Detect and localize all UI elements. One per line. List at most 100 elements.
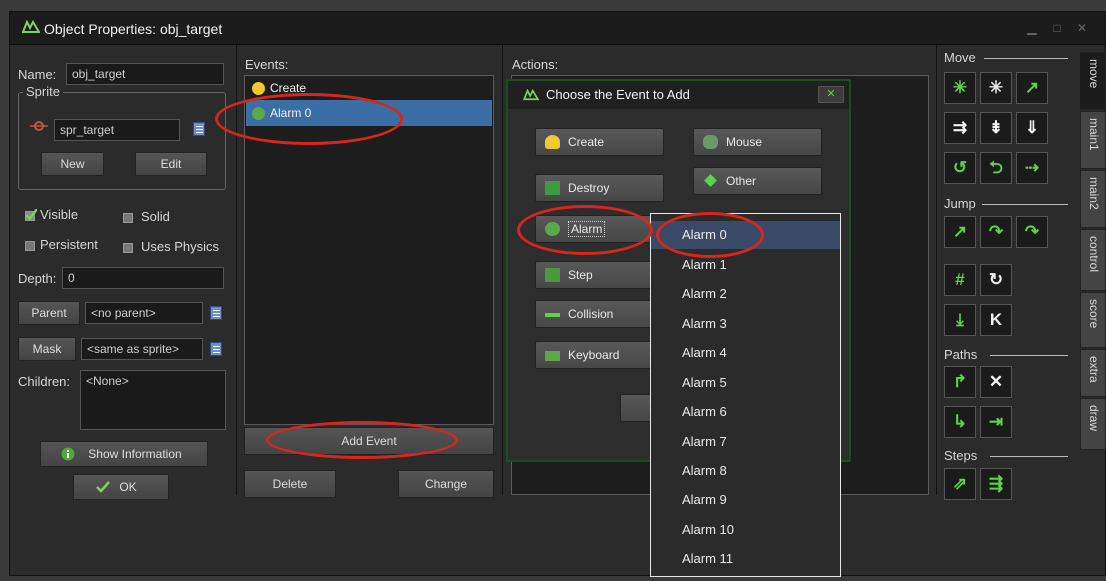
mask-button[interactable]: Mask	[18, 337, 76, 361]
move-to-contact-tool[interactable]: ⤓	[944, 304, 976, 336]
add-event-button[interactable]: Add Event	[244, 427, 494, 455]
tab-move[interactable]: move	[1080, 52, 1106, 110]
show-information-button[interactable]: Show Information	[40, 441, 208, 467]
destroy-event-button[interactable]: Destroy	[535, 174, 664, 202]
grid-icon: #	[955, 270, 965, 289]
persistent-checkbox[interactable]	[25, 241, 35, 251]
dotted-arrow-icon: ⇗	[952, 474, 968, 493]
arrows-grid-icon: ✳	[952, 78, 968, 97]
step-event-button[interactable]: Step	[535, 261, 654, 289]
reverse-horizontal-tool[interactable]: ↺	[944, 152, 976, 184]
set-path-tool[interactable]: ↱	[944, 366, 976, 398]
mouse-event-button[interactable]: Mouse	[693, 128, 822, 156]
close-button[interactable]: ✕	[1071, 20, 1093, 37]
maximize-button[interactable]: □	[1046, 20, 1068, 37]
jump-to-start-tool[interactable]: ↷	[980, 216, 1012, 248]
alarm-menu-item-3[interactable]: Alarm 3	[651, 310, 840, 338]
change-event-button[interactable]: Change	[398, 470, 494, 498]
solid-checkbox[interactable]	[123, 213, 133, 223]
event-item-alarm-0[interactable]: Alarm 0	[246, 100, 492, 126]
tab-main2[interactable]: main2	[1080, 170, 1106, 228]
wrap-screen-tool[interactable]: ↻	[980, 264, 1012, 296]
jump-section-label: Jump	[944, 196, 976, 211]
tab-draw[interactable]: draw	[1080, 398, 1106, 450]
sprite-input[interactable]: spr_target	[54, 119, 180, 141]
events-list[interactable]: Create Alarm 0	[244, 75, 494, 425]
parent-input[interactable]: <no parent>	[85, 302, 203, 324]
path-speed-tool[interactable]: ⇥	[980, 406, 1012, 438]
alarm-menu-item-4[interactable]: Alarm 4	[651, 339, 840, 367]
checkmark-icon	[96, 481, 110, 493]
tab-extra[interactable]: extra	[1080, 349, 1106, 397]
keyboard-event-button[interactable]: Keyboard	[535, 341, 654, 369]
section-divider	[990, 456, 1068, 457]
solid-label: Solid	[141, 209, 170, 224]
alarm-menu-item-8[interactable]: Alarm 8	[651, 457, 840, 485]
new-sprite-button[interactable]: New	[41, 152, 104, 176]
edit-sprite-button[interactable]: Edit	[135, 152, 207, 176]
align-to-grid-tool[interactable]: #	[944, 264, 976, 296]
dialog-close-button[interactable]: ✕	[818, 86, 844, 103]
move-free-tool[interactable]: ✳	[980, 72, 1012, 104]
tab-control[interactable]: control	[1080, 229, 1106, 291]
mask-input[interactable]: <same as sprite>	[81, 338, 203, 360]
collision-arrows-icon	[545, 313, 560, 317]
arrow-right-icon: ⇉	[952, 118, 968, 137]
path-position-tool[interactable]: ↳	[944, 406, 976, 438]
alarm-menu-item-7[interactable]: Alarm 7	[651, 428, 840, 456]
bounce-tool[interactable]: K	[980, 304, 1012, 336]
sprite-preview-icon	[30, 121, 48, 131]
event-item-label: Create	[270, 81, 307, 95]
other-event-button[interactable]: Other	[693, 167, 822, 195]
children-list[interactable]: <None>	[80, 370, 226, 430]
collision-event-button[interactable]: Collision	[535, 300, 654, 328]
parent-button[interactable]: Parent	[18, 301, 80, 325]
end-path-tool[interactable]: ✕	[980, 366, 1012, 398]
uses-physics-checkbox[interactable]	[123, 243, 133, 253]
x-icon: ✕	[988, 372, 1004, 391]
tab-score[interactable]: score	[1080, 292, 1106, 348]
u-turn-icon: ⮌	[989, 158, 1003, 177]
reverse-vertical-tool[interactable]: ⮌	[980, 152, 1012, 184]
alarm-menu-item-0[interactable]: Alarm 0	[651, 221, 840, 249]
alarm-menu-item-1[interactable]: Alarm 1	[651, 251, 840, 279]
bounce-icon: K	[989, 310, 1003, 329]
dialog-cancel-button-partial[interactable]	[620, 394, 654, 422]
alarm-menu-item-10[interactable]: Alarm 10	[651, 516, 840, 544]
alarm-menu-item-6[interactable]: Alarm 6	[651, 398, 840, 426]
speed-horizontal-tool[interactable]: ⇉	[944, 112, 976, 144]
create-event-button[interactable]: Create	[535, 128, 664, 156]
info-icon	[61, 447, 75, 461]
minimize-button[interactable]: ▁	[1021, 20, 1043, 37]
alarm-menu-item-5[interactable]: Alarm 5	[651, 369, 840, 397]
wrap-icon: ↻	[988, 270, 1004, 289]
alarm-event-button[interactable]: Alarm	[535, 215, 654, 243]
name-input[interactable]: obj_target	[66, 63, 224, 85]
visible-checkbox[interactable]	[25, 209, 37, 221]
delete-event-button[interactable]: Delete	[244, 470, 336, 498]
step-towards-tool[interactable]: ⇗	[944, 468, 976, 500]
event-item-create[interactable]: Create	[246, 77, 492, 99]
set-friction-tool[interactable]: ⇢	[1016, 152, 1048, 184]
alarm-menu-item-2[interactable]: Alarm 2	[651, 280, 840, 308]
alarm-menu-item-9[interactable]: Alarm 9	[651, 486, 840, 514]
depth-input[interactable]: 0	[62, 267, 224, 289]
mask-menu-icon[interactable]	[210, 342, 222, 356]
tab-main1[interactable]: main1	[1080, 111, 1106, 169]
alarm-menu-item-11[interactable]: Alarm 11	[651, 545, 840, 573]
step-avoiding-tool[interactable]: ⇶	[980, 468, 1012, 500]
move-fixed-tool[interactable]: ✳	[944, 72, 976, 104]
name-label: Name:	[18, 67, 57, 82]
move-towards-tool[interactable]: ↗	[1016, 72, 1048, 104]
depth-label: Depth:	[18, 271, 57, 286]
jump-to-position-tool[interactable]: ↗	[944, 216, 976, 248]
parent-menu-icon[interactable]	[210, 306, 222, 320]
dialog-title-bar[interactable]: Choose the Event to Add ✕	[508, 81, 849, 109]
title-bar[interactable]: Object Properties: obj_target ▁ □ ✕	[10, 12, 1105, 45]
sprite-menu-icon[interactable]	[193, 122, 205, 136]
ok-button[interactable]: OK	[73, 474, 169, 500]
ok-label: OK	[119, 480, 137, 494]
jump-to-random-tool[interactable]: ↷	[1016, 216, 1048, 248]
speed-vertical-tool[interactable]: ⇟	[980, 112, 1012, 144]
set-gravity-tool[interactable]: ⇓	[1016, 112, 1048, 144]
